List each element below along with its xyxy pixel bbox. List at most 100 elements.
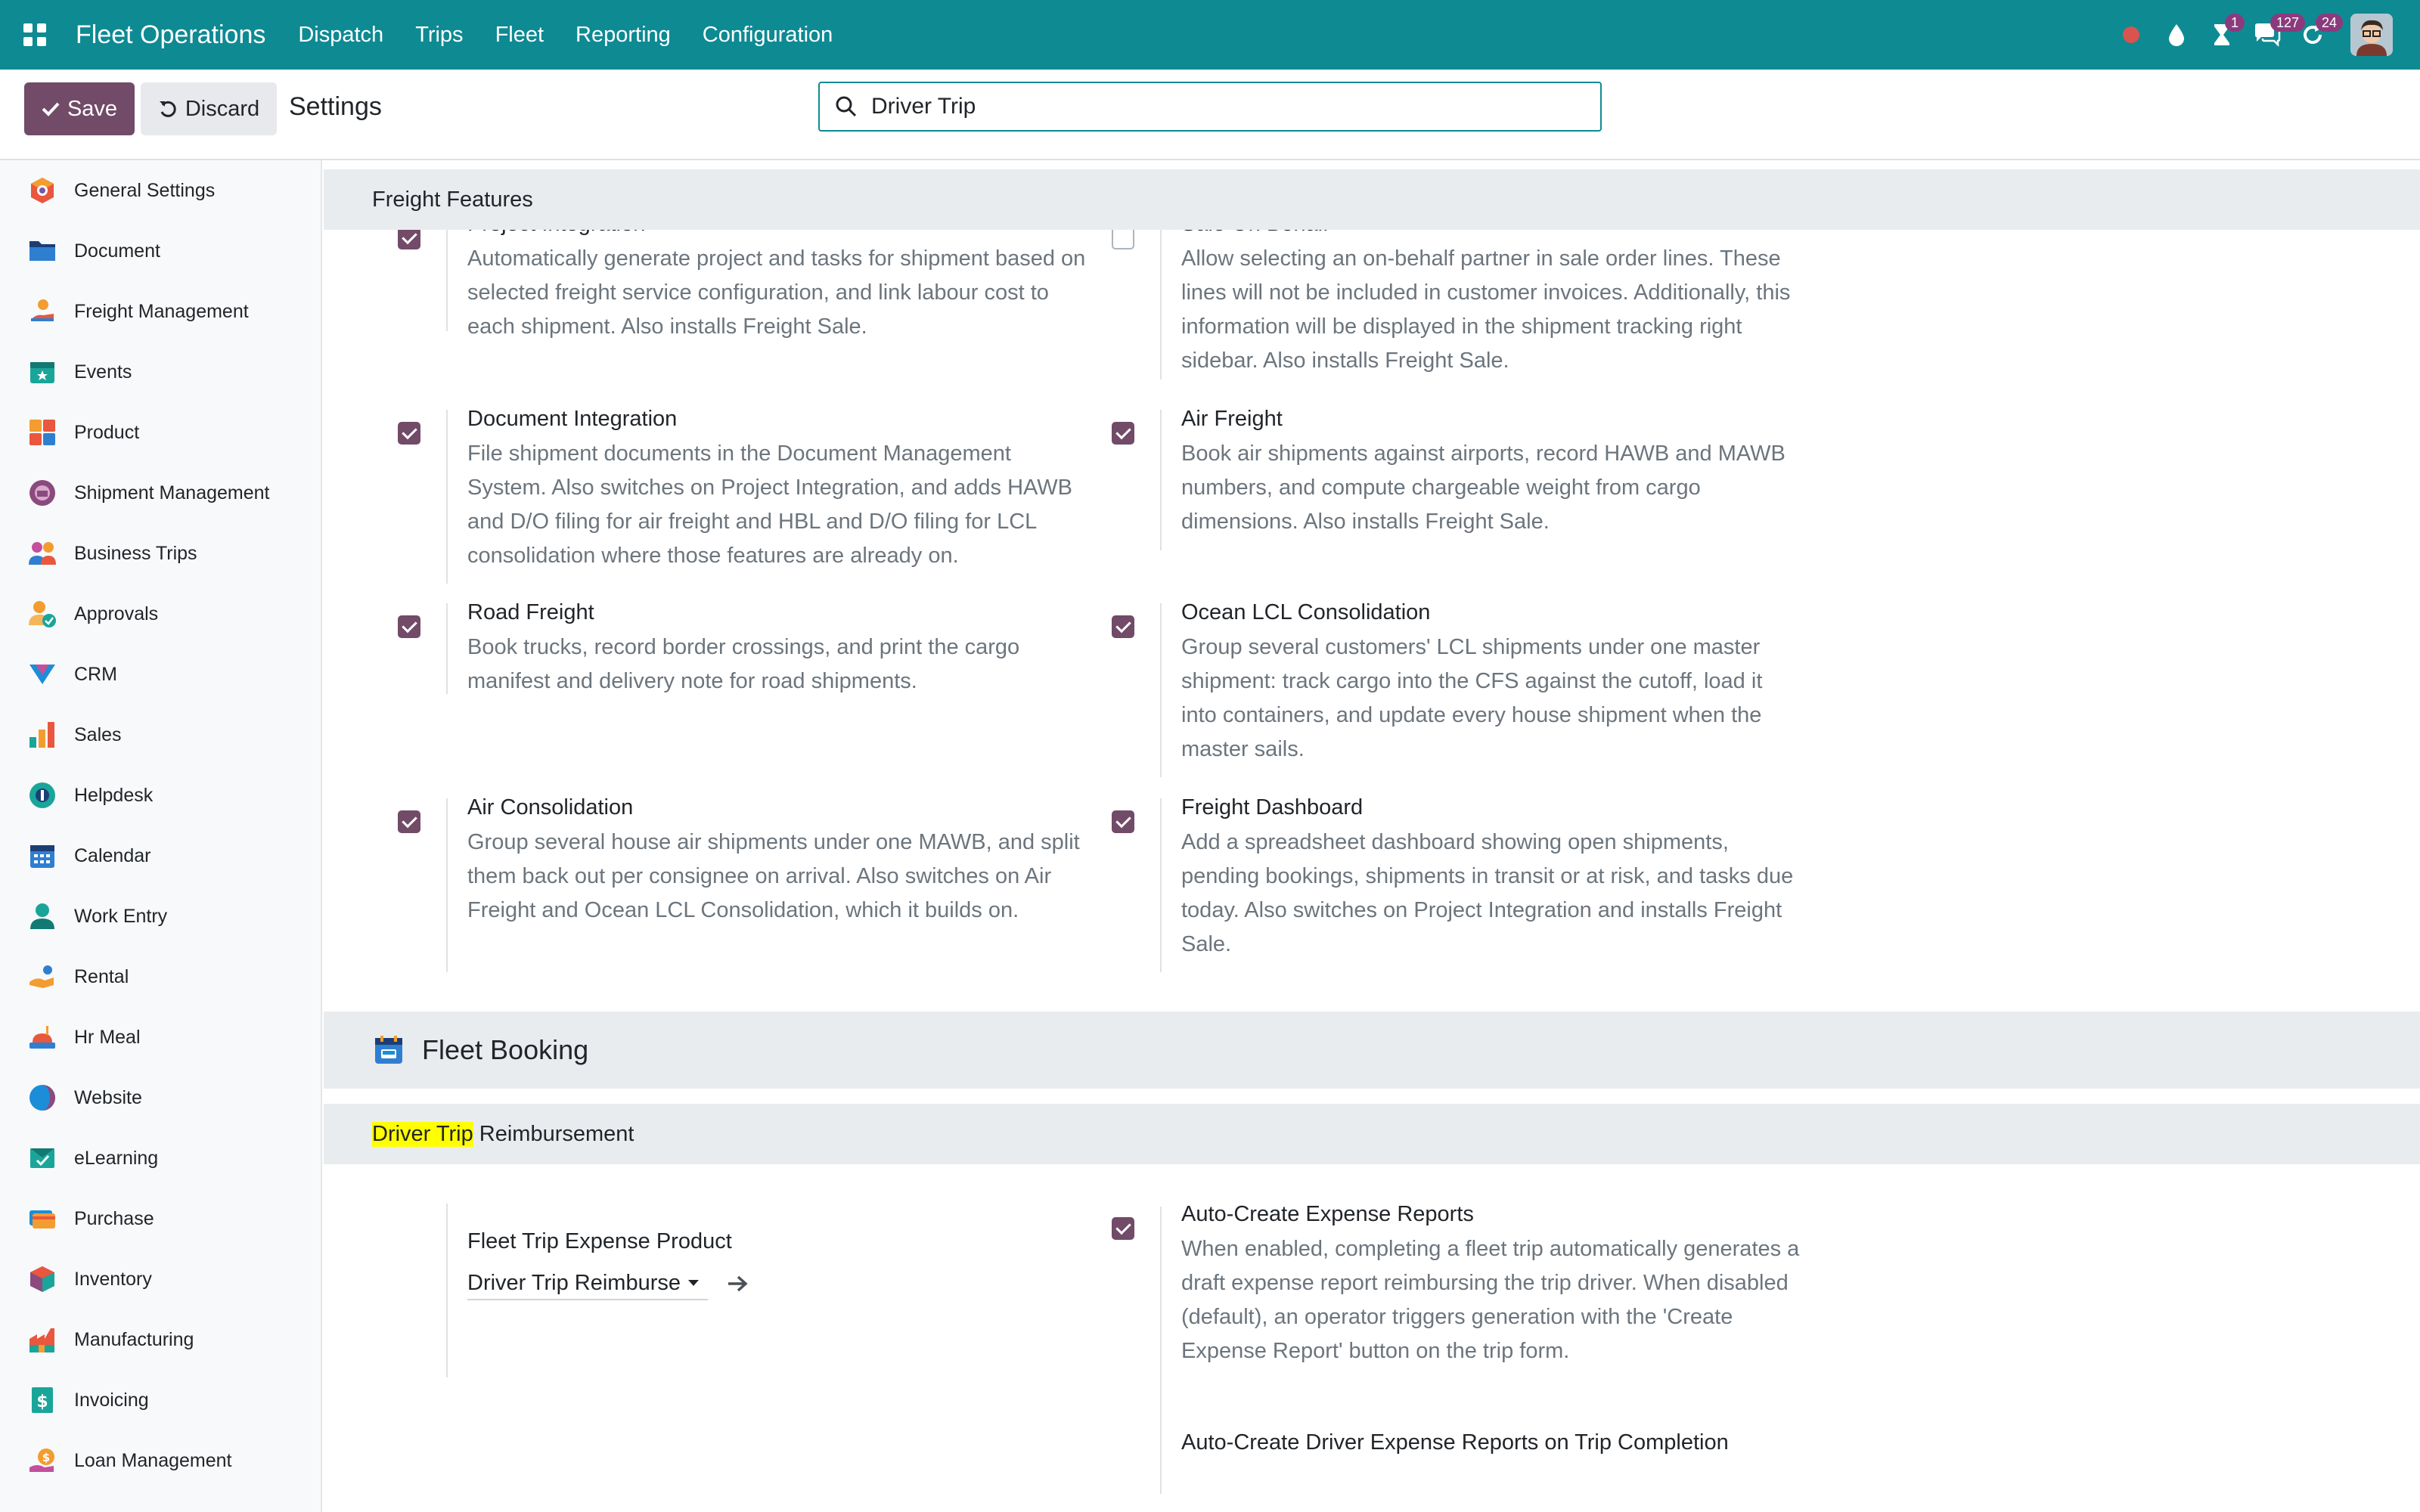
sidebar-item-label: Invoicing <box>74 1389 149 1411</box>
sidebar-item-calendar[interactable]: Calendar <box>0 826 321 886</box>
setting-description: Book trucks, record border crossings, an… <box>467 635 1020 693</box>
sidebar-item-label: Rental <box>74 965 129 987</box>
sidebar-item-shipment-management[interactable]: Shipment Management <box>0 463 321 523</box>
sidebar-item-purchase[interactable]: Purchase <box>0 1188 321 1249</box>
sidebar-item-label: Events <box>74 361 132 383</box>
sidebar-item-work-entry[interactable]: Work Entry <box>0 886 321 947</box>
setting-title: Air Freight <box>1181 407 1283 431</box>
auto-create-expense-checkbox[interactable] <box>1112 1217 1134 1240</box>
record-dot-icon[interactable] <box>2108 0 2154 70</box>
crm-icon <box>27 659 57 689</box>
menu-fleet[interactable]: Fleet <box>479 23 560 48</box>
setting-description: Group several customers' LCL shipments u… <box>1181 635 1763 761</box>
sidebar-item-label: Product <box>74 421 140 443</box>
hr-meal-icon <box>27 1022 57 1052</box>
document-integration-checkbox[interactable] <box>398 422 420 445</box>
top-navbar: Fleet Operations Dispatch Trips Fleet Re… <box>0 0 2420 70</box>
sidebar-item-business-trips[interactable]: Business Trips <box>0 523 321 584</box>
sidebar-item-label: Freight Management <box>74 300 249 322</box>
sidebar-item-crm[interactable]: CRM <box>0 644 321 705</box>
divider <box>1160 603 1162 777</box>
divider <box>1160 216 1162 380</box>
sidebar-item-document[interactable]: Document <box>0 221 321 281</box>
activity-hourglass-icon[interactable]: 1 <box>2199 0 2245 70</box>
sidebar-item-manufacturing[interactable]: Manufacturing <box>0 1309 321 1370</box>
sidebar-item-helpdesk[interactable]: Helpdesk <box>0 765 321 826</box>
sidebar-item-label: Sales <box>74 723 122 745</box>
menu-configuration[interactable]: Configuration <box>687 23 849 48</box>
sidebar-item-label: Calendar <box>74 844 151 866</box>
sidebar-item-events[interactable]: Events <box>0 342 321 402</box>
settings-sidebar: General Settings Document Freight Manage… <box>0 160 322 1512</box>
sidebar-item-elearning[interactable]: eLearning <box>0 1128 321 1188</box>
save-button[interactable]: Save <box>24 82 135 135</box>
drop-icon[interactable] <box>2154 0 2199 70</box>
search-input[interactable] <box>871 94 1552 119</box>
check-icon <box>42 102 60 116</box>
user-avatar[interactable] <box>2350 14 2393 56</box>
calendar-icon <box>27 841 57 871</box>
discard-button-label: Discard <box>185 96 260 121</box>
expense-product-select[interactable]: Driver Trip Reimburse <box>467 1267 708 1300</box>
expense-product-label: Fleet Trip Expense Product <box>467 1229 732 1253</box>
divider <box>446 603 448 694</box>
freight-dashboard-checkbox[interactable] <box>1112 810 1134 833</box>
folder-icon <box>27 236 57 266</box>
air-consolidation-checkbox[interactable] <box>398 810 420 833</box>
loan-icon: $ <box>27 1445 57 1476</box>
messages-chat-icon[interactable]: 127 <box>2245 0 2306 70</box>
sidebar-item-rental[interactable]: Rental <box>0 947 321 1007</box>
setting-subtitle: Auto-Create Driver Expense Reports on Tr… <box>1181 1430 1729 1455</box>
control-panel: Save Discard Settings <box>0 70 2420 160</box>
sidebar-item-label: Website <box>74 1086 142 1108</box>
setting-title: Road Freight <box>467 600 594 624</box>
sidebar-item-inventory[interactable]: Inventory <box>0 1249 321 1309</box>
activities-badge: 1 <box>2225 14 2245 32</box>
ocean-lcl-checkbox[interactable] <box>1112 615 1134 638</box>
sale-on-behalf-checkbox[interactable] <box>1112 227 1134 249</box>
project-integration-checkbox[interactable] <box>398 227 420 249</box>
sidebar-item-loan-management[interactable]: $ Loan Management <box>0 1430 321 1491</box>
general-settings-icon <box>27 175 57 206</box>
menu-reporting[interactable]: Reporting <box>560 23 687 48</box>
setting-description: Group several house air shipments under … <box>467 830 1080 922</box>
helpdesk-icon <box>27 780 57 810</box>
divider <box>446 798 448 972</box>
discard-button[interactable]: Discard <box>141 82 277 135</box>
sidebar-item-freight-management[interactable]: Freight Management <box>0 281 321 342</box>
setting-title: Air Consolidation <box>467 795 634 820</box>
air-freight-checkbox[interactable] <box>1112 422 1134 445</box>
setting-description: Allow selecting an on-behalf partner in … <box>1181 246 1791 373</box>
menu-trips[interactable]: Trips <box>399 23 479 48</box>
settings-content: Project Integration Automatically genera… <box>324 160 2420 1512</box>
fleet-booking-icon <box>375 1036 402 1064</box>
sidebar-item-website[interactable]: Website <box>0 1067 321 1128</box>
divider <box>446 1204 448 1377</box>
setting-description: Book air shipments against airports, rec… <box>1181 442 1786 534</box>
sidebar-item-approvals[interactable]: Approvals <box>0 584 321 644</box>
menu-dispatch[interactable]: Dispatch <box>282 23 399 48</box>
sidebar-item-label: Approvals <box>74 603 159 624</box>
sidebar-item-invoicing[interactable]: $ Invoicing <box>0 1370 321 1430</box>
app-brand[interactable]: Fleet Operations <box>76 20 265 50</box>
sidebar-item-label: Hr Meal <box>74 1026 141 1048</box>
breadcrumb: Settings <box>289 92 382 121</box>
updates-refresh-icon[interactable]: 24 <box>2290 0 2344 70</box>
setting-title: Freight Dashboard <box>1181 795 1364 820</box>
sidebar-item-product[interactable]: Product <box>0 402 321 463</box>
sidebar-item-sales[interactable]: Sales <box>0 705 321 765</box>
sidebar-item-general-settings[interactable]: General Settings <box>0 160 321 221</box>
sidebar-item-hr-meal[interactable]: Hr Meal <box>0 1007 321 1067</box>
events-icon <box>27 357 57 387</box>
road-freight-checkbox[interactable] <box>398 615 420 638</box>
open-record-arrow-icon[interactable] <box>723 1269 753 1299</box>
elearning-icon <box>27 1143 57 1173</box>
setting-title: Ocean LCL Consolidation <box>1181 600 1431 624</box>
sidebar-item-label: Purchase <box>74 1207 154 1229</box>
apps-menu-icon[interactable] <box>0 0 70 70</box>
approvals-icon <box>27 599 57 629</box>
product-icon <box>27 417 57 448</box>
search-bar[interactable] <box>818 82 1602 132</box>
sidebar-item-label: Document <box>74 240 160 262</box>
shipment-icon <box>27 478 57 508</box>
